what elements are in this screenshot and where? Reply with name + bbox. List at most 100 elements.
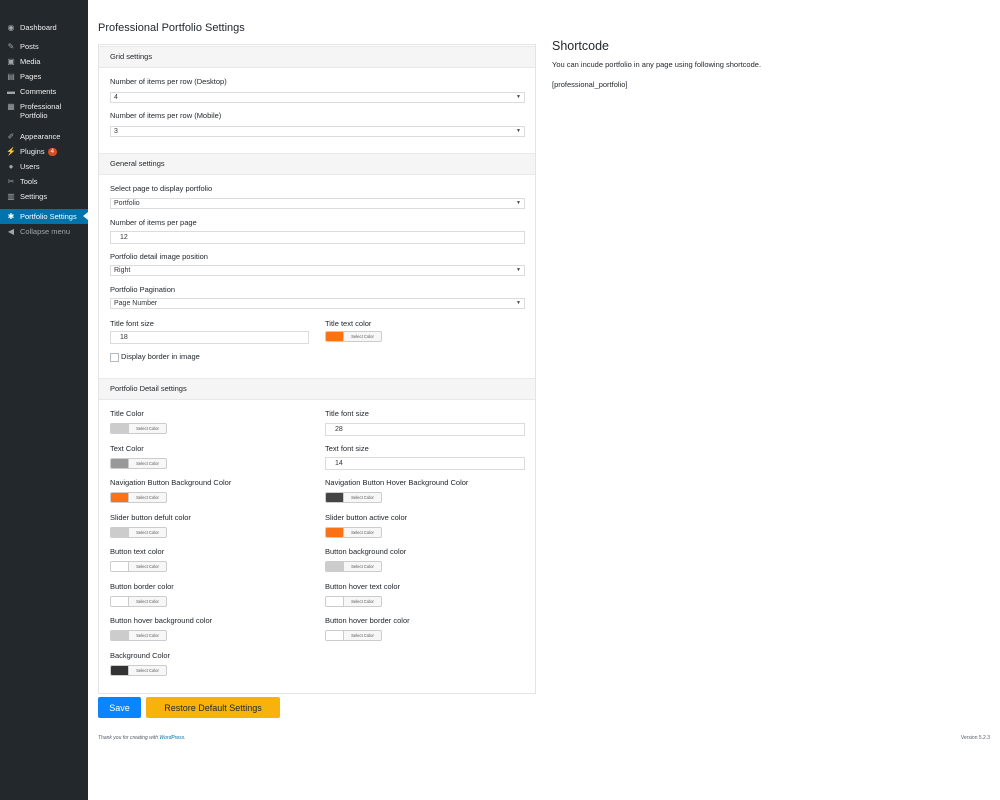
- nav-hover-color-picker[interactable]: Select Color: [325, 492, 382, 503]
- color-swatch: [326, 631, 344, 640]
- button-bg-color-label: Button background color: [325, 547, 407, 556]
- portfolio-icon: ▦: [7, 102, 15, 111]
- background-color-label: Background Color: [110, 651, 171, 660]
- mobile-items-select[interactable]: 3 ▼: [110, 126, 525, 137]
- button-text-color-picker[interactable]: Select Color: [110, 561, 167, 572]
- button-hover-bg-color-label: Button hover background color: [110, 616, 213, 625]
- button-text-color-label: Button text color: [110, 547, 165, 556]
- portfolio-page-label: Select page to display portfolio: [110, 184, 213, 193]
- color-swatch: [326, 562, 344, 571]
- sidebar-item-users[interactable]: ● Users: [0, 159, 88, 174]
- color-swatch: [326, 528, 344, 537]
- button-hover-text-color-picker[interactable]: Select Color: [325, 596, 382, 607]
- save-button[interactable]: Save: [98, 697, 141, 718]
- items-per-page-input[interactable]: 12: [110, 231, 525, 244]
- general-settings-heading: General settings: [99, 153, 535, 175]
- text-font-size-input[interactable]: 14: [325, 457, 525, 470]
- collapse-menu-button[interactable]: ◀ Collapse menu: [0, 224, 88, 239]
- button-hover-bg-color-picker[interactable]: Select Color: [110, 630, 167, 641]
- color-swatch: [326, 597, 344, 606]
- wrench-icon: ✂: [7, 176, 15, 186]
- wordpress-link[interactable]: WordPress: [159, 735, 184, 741]
- color-swatch: [111, 528, 129, 537]
- sidebar-item-pages[interactable]: ▤ Pages: [0, 69, 88, 84]
- pagination-label: Portfolio Pagination: [110, 285, 176, 294]
- brush-icon: ✐: [7, 131, 15, 141]
- comment-icon: ▬: [7, 86, 15, 96]
- title-text-color-picker[interactable]: Select Color: [325, 331, 382, 342]
- footer-version: Version 5.2.3: [960, 735, 990, 741]
- sidebar-item-plugins[interactable]: ⚡ Plugins 4: [0, 144, 88, 159]
- button-hover-text-color-label: Button hover text color: [325, 582, 401, 591]
- button-hover-border-color-label: Button hover border color: [325, 616, 410, 625]
- button-hover-border-color-picker[interactable]: Select Color: [325, 630, 382, 641]
- pages-icon: ▤: [7, 71, 15, 81]
- chevron-down-icon: ▼: [516, 300, 521, 306]
- detail-title-font-input[interactable]: 28: [325, 423, 525, 436]
- dashboard-icon: ◉: [7, 22, 15, 32]
- sidebar-item-media[interactable]: ▣ Media: [0, 54, 88, 69]
- slider-default-color-label: Slider button defult color: [110, 513, 191, 522]
- sidebar-item-posts[interactable]: ✎ Posts: [0, 39, 88, 54]
- color-swatch: [111, 666, 129, 675]
- detail-settings-heading: Portfolio Detail settings: [99, 378, 535, 400]
- plugin-icon: ⚡: [6, 146, 16, 156]
- color-swatch: [326, 332, 344, 341]
- sidebar-item-portfolio-settings[interactable]: ✱ Portfolio Settings: [0, 209, 88, 224]
- update-count-badge: 4: [47, 147, 57, 156]
- nav-bg-color-picker[interactable]: Select Color: [110, 492, 167, 503]
- title-font-size-label: Title font size: [110, 319, 154, 328]
- color-swatch: [111, 631, 129, 640]
- desktop-items-label: Number of items per row (Desktop): [110, 77, 227, 86]
- color-swatch: [111, 424, 129, 433]
- text-color-label: Text Color: [110, 444, 144, 453]
- sidebar-item-settings[interactable]: ▥ Settings: [0, 189, 88, 204]
- title-text-color-label: Title text color: [325, 319, 372, 328]
- display-border-label: Display border in image: [121, 352, 200, 361]
- color-swatch: [111, 562, 129, 571]
- pin-icon: ✎: [7, 41, 15, 51]
- image-position-label: Portfolio detail image position: [110, 252, 208, 261]
- color-swatch: [111, 493, 129, 502]
- pagination-select[interactable]: Page Number ▼: [110, 298, 525, 309]
- text-font-size-label: Text font size: [325, 444, 369, 453]
- shortcode-description: You can incude portfolio in any page usi…: [552, 60, 762, 69]
- media-icon: ▣: [7, 56, 15, 66]
- title-font-size-input[interactable]: 18: [110, 331, 309, 344]
- sidebar-item-appearance[interactable]: ✐ Appearance: [0, 129, 88, 144]
- chevron-down-icon: ▼: [516, 267, 521, 273]
- portfolio-page-select[interactable]: Portfolio ▼: [110, 198, 525, 209]
- admin-sidebar: ◉ Dashboard ✎ Posts ▣ Media ▤ Pages ▬ Comment…: [0, 0, 88, 800]
- slider-default-color-picker[interactable]: Select Color: [110, 527, 167, 538]
- chevron-down-icon: ▼: [516, 94, 521, 100]
- sidebar-item-dashboard[interactable]: ◉ Dashboard: [0, 20, 88, 35]
- sidebar-item-professional-portfolio[interactable]: ▦ Professional Portfolio: [0, 99, 88, 123]
- button-border-color-picker[interactable]: Select Color: [110, 596, 167, 607]
- shortcode-heading: Shortcode: [552, 39, 609, 53]
- footer-thanks: Thank you for creating with WordPress.: [98, 735, 186, 741]
- background-color-picker[interactable]: Select Color: [110, 665, 167, 676]
- page-title: Professional Portfolio Settings: [98, 22, 245, 34]
- button-bg-color-picker[interactable]: Select Color: [325, 561, 382, 572]
- detail-title-color-label: Title Color: [110, 409, 144, 418]
- chevron-down-icon: ▼: [516, 200, 521, 206]
- text-color-picker[interactable]: Select Color: [110, 458, 167, 469]
- slider-active-color-picker[interactable]: Select Color: [325, 527, 382, 538]
- sidebar-item-comments[interactable]: ▬ Comments: [0, 84, 88, 99]
- settings-icon: ▥: [7, 191, 15, 201]
- shortcode-text: [professional_portfolio]: [552, 80, 628, 89]
- color-swatch: [111, 459, 129, 468]
- desktop-items-select[interactable]: 4 ▼: [110, 92, 525, 103]
- detail-title-color-picker[interactable]: Select Color: [110, 423, 167, 434]
- button-border-color-label: Button border color: [110, 582, 174, 591]
- display-border-checkbox[interactable]: [110, 353, 119, 362]
- restore-defaults-button[interactable]: Restore Default Settings: [146, 697, 280, 718]
- collapse-icon: ◀: [7, 226, 15, 236]
- image-position-select[interactable]: Right ▼: [110, 265, 525, 276]
- mobile-items-label: Number of items per row (Mobile): [110, 111, 222, 120]
- slider-active-color-label: Slider button active color: [325, 513, 408, 522]
- items-per-page-label: Number of items per page: [110, 218, 197, 227]
- sidebar-item-tools[interactable]: ✂ Tools: [0, 174, 88, 189]
- detail-title-font-label: Title font size: [325, 409, 369, 418]
- color-swatch: [111, 597, 129, 606]
